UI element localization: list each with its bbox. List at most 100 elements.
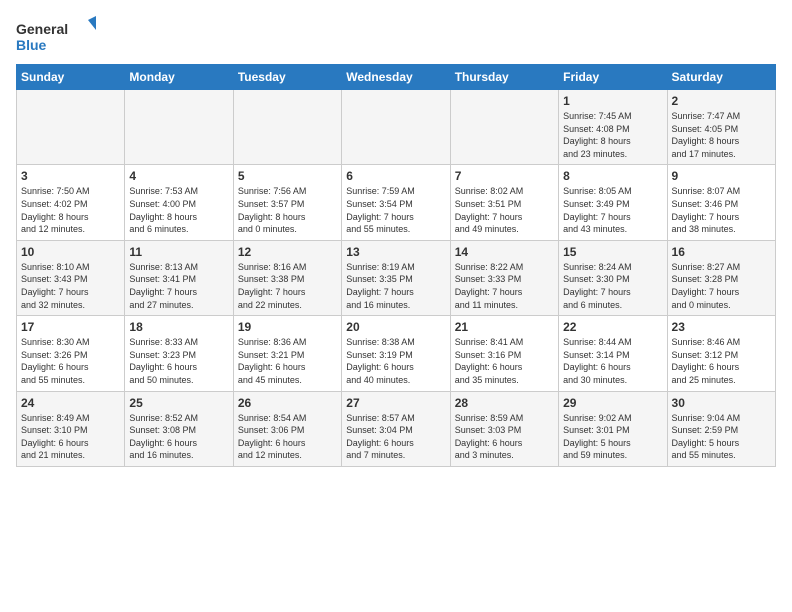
calendar-cell-w1-d1: 4 Sunrise: 7:53 AM Sunset: 4:00 PM Daylig…	[125, 165, 233, 240]
calendar-cell-w2-d5: 15 Sunrise: 8:24 AM Sunset: 3:30 PM Dayli…	[559, 240, 667, 315]
day-info: Sunrise: 8:24 AM Sunset: 3:30 PM Dayligh…	[563, 261, 662, 311]
day-number: 2	[672, 94, 771, 108]
calendar-cell-w2-d6: 16 Sunrise: 8:27 AM Sunset: 3:28 PM Dayli…	[667, 240, 775, 315]
day-number: 7	[455, 169, 554, 183]
day-number: 15	[563, 245, 662, 259]
calendar-cell-w2-d2: 12 Sunrise: 8:16 AM Sunset: 3:38 PM Dayli…	[233, 240, 341, 315]
day-number: 14	[455, 245, 554, 259]
day-info: Sunrise: 8:27 AM Sunset: 3:28 PM Dayligh…	[672, 261, 771, 311]
day-info: Sunrise: 8:38 AM Sunset: 3:19 PM Dayligh…	[346, 336, 445, 386]
day-info: Sunrise: 8:30 AM Sunset: 3:26 PM Dayligh…	[21, 336, 120, 386]
calendar-cell-w1-d6: 9 Sunrise: 8:07 AM Sunset: 3:46 PM Daylig…	[667, 165, 775, 240]
day-number: 19	[238, 320, 337, 334]
calendar-cell-w0-d5: 1 Sunrise: 7:45 AM Sunset: 4:08 PM Daylig…	[559, 90, 667, 165]
calendar-table: SundayMondayTuesdayWednesdayThursdayFrid…	[16, 64, 776, 467]
day-number: 20	[346, 320, 445, 334]
day-number: 11	[129, 245, 228, 259]
calendar-cell-w3-d4: 21Sunrise: 8:41 AM Sunset: 3:16 PM Dayli…	[450, 316, 558, 391]
day-info: Sunrise: 9:02 AM Sunset: 3:01 PM Dayligh…	[563, 412, 662, 462]
day-number: 29	[563, 396, 662, 410]
day-number: 25	[129, 396, 228, 410]
day-number: 8	[563, 169, 662, 183]
day-info: Sunrise: 7:45 AM Sunset: 4:08 PM Dayligh…	[563, 110, 662, 160]
calendar-cell-w4-d0: 24 Sunrise: 8:49 AM Sunset: 3:10 PM Dayli…	[17, 391, 125, 466]
day-info: Sunrise: 8:41 AM Sunset: 3:16 PM Dayligh…	[455, 336, 554, 386]
day-number: 12	[238, 245, 337, 259]
calendar-cell-w3-d2: 19 Sunrise: 8:36 AM Sunset: 3:21 PM Dayli…	[233, 316, 341, 391]
calendar-cell-w3-d0: 17 Sunrise: 8:30 AM Sunset: 3:26 PM Dayli…	[17, 316, 125, 391]
day-info: Sunrise: 8:57 AM Sunset: 3:04 PM Dayligh…	[346, 412, 445, 462]
calendar-cell-w1-d2: 5Sunrise: 7:56 AM Sunset: 3:57 PM Daylig…	[233, 165, 341, 240]
calendar-cell-w1-d0: 3 Sunrise: 7:50 AM Sunset: 4:02 PM Daylig…	[17, 165, 125, 240]
weekday-header-saturday: Saturday	[667, 65, 775, 90]
day-info: Sunrise: 7:47 AM Sunset: 4:05 PM Dayligh…	[672, 110, 771, 160]
svg-text:General: General	[16, 21, 68, 37]
day-info: Sunrise: 8:02 AM Sunset: 3:51 PM Dayligh…	[455, 185, 554, 235]
calendar-cell-w3-d3: 20 Sunrise: 8:38 AM Sunset: 3:19 PM Dayli…	[342, 316, 450, 391]
day-number: 24	[21, 396, 120, 410]
weekday-header-wednesday: Wednesday	[342, 65, 450, 90]
day-number: 1	[563, 94, 662, 108]
calendar-cell-w0-d1	[125, 90, 233, 165]
calendar-cell-w4-d5: 29 Sunrise: 9:02 AM Sunset: 3:01 PM Dayli…	[559, 391, 667, 466]
weekday-header-sunday: Sunday	[17, 65, 125, 90]
day-number: 10	[21, 245, 120, 259]
calendar-cell-w4-d2: 26 Sunrise: 8:54 AM Sunset: 3:06 PM Dayli…	[233, 391, 341, 466]
calendar-cell-w2-d1: 11 Sunrise: 8:13 AM Sunset: 3:41 PM Dayli…	[125, 240, 233, 315]
day-info: Sunrise: 8:52 AM Sunset: 3:08 PM Dayligh…	[129, 412, 228, 462]
day-info: Sunrise: 8:16 AM Sunset: 3:38 PM Dayligh…	[238, 261, 337, 311]
calendar-cell-w0-d3	[342, 90, 450, 165]
header: General Blue	[16, 16, 776, 56]
day-number: 28	[455, 396, 554, 410]
logo-svg: General Blue	[16, 16, 96, 56]
day-info: Sunrise: 8:05 AM Sunset: 3:49 PM Dayligh…	[563, 185, 662, 235]
calendar-cell-w1-d4: 7 Sunrise: 8:02 AM Sunset: 3:51 PM Daylig…	[450, 165, 558, 240]
day-info: Sunrise: 8:22 AM Sunset: 3:33 PM Dayligh…	[455, 261, 554, 311]
day-info: Sunrise: 8:36 AM Sunset: 3:21 PM Dayligh…	[238, 336, 337, 386]
calendar-cell-w0-d0	[17, 90, 125, 165]
calendar-cell-w4-d3: 27 Sunrise: 8:57 AM Sunset: 3:04 PM Dayli…	[342, 391, 450, 466]
calendar-cell-w2-d0: 10 Sunrise: 8:10 AM Sunset: 3:43 PM Dayli…	[17, 240, 125, 315]
day-info: Sunrise: 8:46 AM Sunset: 3:12 PM Dayligh…	[672, 336, 771, 386]
calendar-cell-w4-d4: 28 Sunrise: 8:59 AM Sunset: 3:03 PM Dayli…	[450, 391, 558, 466]
day-info: Sunrise: 7:59 AM Sunset: 3:54 PM Dayligh…	[346, 185, 445, 235]
weekday-header-thursday: Thursday	[450, 65, 558, 90]
day-info: Sunrise: 7:53 AM Sunset: 4:00 PM Dayligh…	[129, 185, 228, 235]
day-info: Sunrise: 8:13 AM Sunset: 3:41 PM Dayligh…	[129, 261, 228, 311]
weekday-header-monday: Monday	[125, 65, 233, 90]
day-number: 16	[672, 245, 771, 259]
day-number: 9	[672, 169, 771, 183]
day-number: 13	[346, 245, 445, 259]
calendar-cell-w0-d6: 2 Sunrise: 7:47 AM Sunset: 4:05 PM Daylig…	[667, 90, 775, 165]
day-number: 4	[129, 169, 228, 183]
calendar-cell-w0-d2	[233, 90, 341, 165]
svg-text:Blue: Blue	[16, 37, 47, 53]
logo: General Blue	[16, 16, 96, 56]
day-info: Sunrise: 8:49 AM Sunset: 3:10 PM Dayligh…	[21, 412, 120, 462]
calendar-cell-w4-d1: 25 Sunrise: 8:52 AM Sunset: 3:08 PM Dayli…	[125, 391, 233, 466]
day-info: Sunrise: 8:19 AM Sunset: 3:35 PM Dayligh…	[346, 261, 445, 311]
calendar-cell-w4-d6: 30Sunrise: 9:04 AM Sunset: 2:59 PM Dayli…	[667, 391, 775, 466]
day-number: 23	[672, 320, 771, 334]
weekday-header-tuesday: Tuesday	[233, 65, 341, 90]
calendar-cell-w3-d1: 18Sunrise: 8:33 AM Sunset: 3:23 PM Dayli…	[125, 316, 233, 391]
calendar-cell-w1-d3: 6 Sunrise: 7:59 AM Sunset: 3:54 PM Daylig…	[342, 165, 450, 240]
day-info: Sunrise: 7:50 AM Sunset: 4:02 PM Dayligh…	[21, 185, 120, 235]
day-info: Sunrise: 8:54 AM Sunset: 3:06 PM Dayligh…	[238, 412, 337, 462]
day-info: Sunrise: 8:07 AM Sunset: 3:46 PM Dayligh…	[672, 185, 771, 235]
calendar-cell-w2-d3: 13 Sunrise: 8:19 AM Sunset: 3:35 PM Dayli…	[342, 240, 450, 315]
calendar-cell-w3-d6: 23 Sunrise: 8:46 AM Sunset: 3:12 PM Dayli…	[667, 316, 775, 391]
day-info: Sunrise: 8:10 AM Sunset: 3:43 PM Dayligh…	[21, 261, 120, 311]
day-number: 6	[346, 169, 445, 183]
day-number: 18	[129, 320, 228, 334]
weekday-header-friday: Friday	[559, 65, 667, 90]
day-info: Sunrise: 8:59 AM Sunset: 3:03 PM Dayligh…	[455, 412, 554, 462]
day-info: Sunrise: 9:04 AM Sunset: 2:59 PM Dayligh…	[672, 412, 771, 462]
calendar-cell-w3-d5: 22Sunrise: 8:44 AM Sunset: 3:14 PM Dayli…	[559, 316, 667, 391]
day-number: 26	[238, 396, 337, 410]
day-number: 3	[21, 169, 120, 183]
day-info: Sunrise: 7:56 AM Sunset: 3:57 PM Dayligh…	[238, 185, 337, 235]
day-number: 17	[21, 320, 120, 334]
calendar-cell-w1-d5: 8 Sunrise: 8:05 AM Sunset: 3:49 PM Daylig…	[559, 165, 667, 240]
day-number: 27	[346, 396, 445, 410]
